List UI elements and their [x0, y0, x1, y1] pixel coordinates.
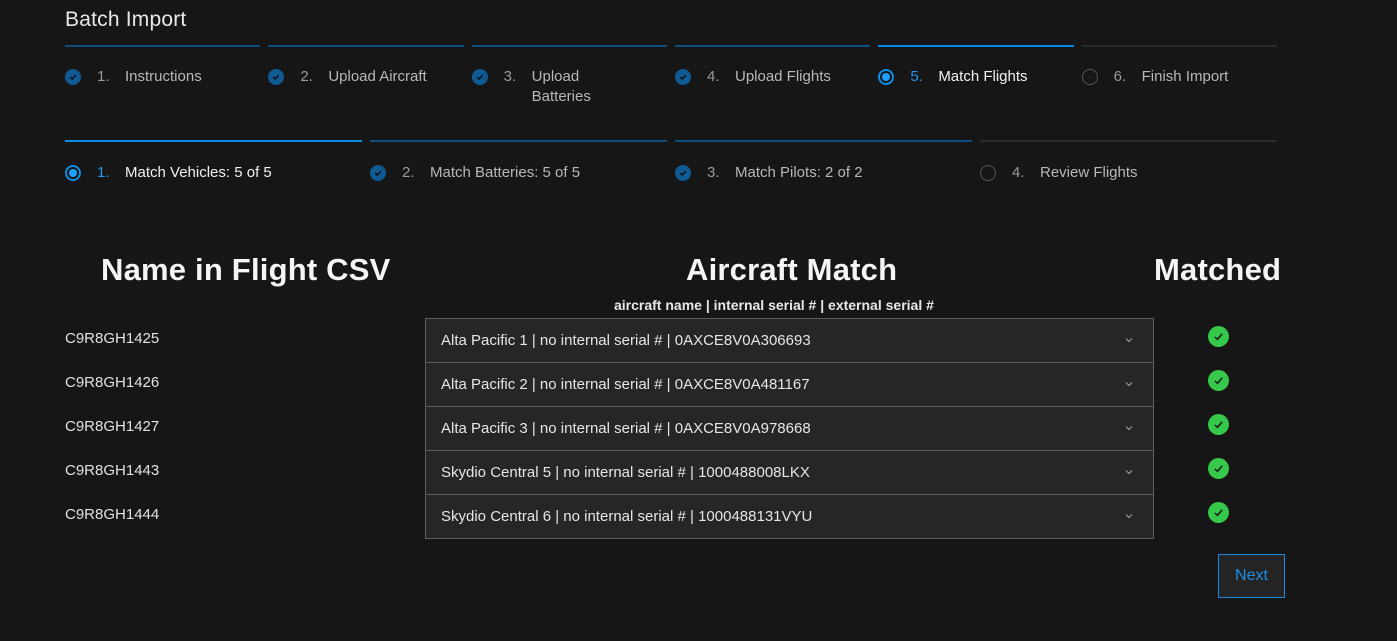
step-progress-bar: [878, 45, 1074, 47]
step-number: 4.: [706, 68, 720, 85]
selected-value: Skydio Central 5 | no internal serial # …: [441, 464, 810, 481]
step-label: Upload Flights: [734, 68, 831, 85]
sub-step-match-pilots[interactable]: 3. Match Pilots: 2 of 2: [675, 140, 972, 183]
selected-value: Skydio Central 6 | no internal serial # …: [441, 508, 813, 525]
sub-step-match-vehicles[interactable]: 1. Match Vehicles: 5 of 5: [65, 140, 362, 183]
step-label: Review Flights: [1040, 164, 1138, 181]
check-circle-icon: [65, 69, 81, 85]
step-progress-bar: [675, 140, 972, 142]
aircraft-match-select[interactable]: Alta Pacific 3 | no internal serial # | …: [425, 406, 1154, 451]
match-table: C9R8GH1425 Alta Pacific 1 | no internal …: [65, 318, 1285, 539]
radio-active-icon: [65, 165, 81, 181]
check-circle-icon: [674, 69, 691, 85]
next-button[interactable]: Next: [1218, 554, 1285, 598]
table-row: C9R8GH1427 Alta Pacific 3 | no internal …: [65, 406, 1285, 451]
check-circle-icon: [675, 165, 691, 181]
check-circle-icon: [471, 69, 488, 85]
step-progress-bar: [674, 45, 871, 47]
selected-value: Alta Pacific 1 | no internal serial # | …: [441, 332, 811, 349]
check-circle-icon: [268, 69, 285, 85]
csv-name: C9R8GH1444: [65, 506, 160, 523]
csv-name: C9R8GH1443: [65, 462, 160, 479]
aircraft-match-format-hint: aircraft name | internal serial # | exte…: [614, 297, 934, 313]
step-progress-bar: [65, 140, 362, 142]
main-step-upload-batteries[interactable]: 3. Upload Batteries: [471, 45, 667, 107]
sub-stepper: 1. Match Vehicles: 5 of 5 2. Match Batte…: [65, 140, 1277, 183]
step-number: 5.: [910, 68, 923, 85]
matched-check-icon: [1208, 370, 1229, 391]
step-number: 3.: [503, 68, 517, 85]
chevron-down-icon: [1125, 426, 1133, 431]
sub-step-match-batteries[interactable]: 2. Match Batteries: 5 of 5: [370, 140, 667, 183]
matched-check-icon: [1208, 414, 1229, 435]
radio-empty-icon: [1081, 69, 1098, 85]
step-label: Match Pilots: 2 of 2: [735, 164, 863, 181]
step-number: 1.: [97, 164, 110, 181]
chevron-down-icon: [1125, 514, 1133, 519]
step-progress-bar: [471, 45, 667, 47]
step-label: Instructions: [125, 68, 202, 85]
step-number: 4.: [1012, 164, 1025, 181]
step-number: 2.: [300, 68, 313, 85]
table-row: C9R8GH1444 Skydio Central 6 | no interna…: [65, 494, 1285, 539]
main-step-upload-aircraft[interactable]: 2. Upload Aircraft: [268, 45, 464, 107]
step-label: Match Vehicles: 5 of 5: [125, 164, 272, 181]
step-number: 1.: [97, 68, 110, 85]
step-number: 3.: [707, 164, 720, 181]
aircraft-match-select[interactable]: Skydio Central 6 | no internal serial # …: [425, 494, 1154, 539]
csv-name: C9R8GH1427: [65, 418, 160, 435]
matched-check-icon: [1208, 502, 1229, 523]
selected-value: Alta Pacific 3 | no internal serial # | …: [441, 420, 811, 437]
step-label: Match Flights: [938, 68, 1028, 85]
main-stepper: 1. Instructions 2. Upload Aircraft 3. Up…: [65, 45, 1277, 107]
check-circle-icon: [370, 165, 386, 181]
csv-name: C9R8GH1426: [65, 374, 160, 391]
column-header-aircraft-match: Aircraft Match: [686, 252, 898, 287]
radio-active-icon: [878, 69, 895, 85]
column-header-name: Name in Flight CSV: [101, 252, 391, 287]
chevron-down-icon: [1125, 338, 1133, 343]
step-progress-bar: [1081, 45, 1277, 47]
chevron-down-icon: [1125, 470, 1133, 475]
csv-name: C9R8GH1425: [65, 330, 160, 347]
page-title: Batch Import: [65, 8, 187, 31]
step-number: 2.: [402, 164, 415, 181]
aircraft-match-select[interactable]: Alta Pacific 2 | no internal serial # | …: [425, 362, 1154, 407]
table-row: C9R8GH1426 Alta Pacific 2 | no internal …: [65, 362, 1285, 407]
main-step-instructions[interactable]: 1. Instructions: [65, 45, 261, 107]
step-label: Upload Batteries: [531, 68, 591, 105]
step-label: Finish Import: [1141, 68, 1229, 85]
main-step-match-flights[interactable]: 5. Match Flights: [878, 45, 1074, 107]
step-progress-bar: [980, 140, 1277, 142]
matched-check-icon: [1208, 458, 1229, 479]
main-step-finish-import[interactable]: 6. Finish Import: [1081, 45, 1277, 107]
radio-empty-icon: [980, 165, 996, 181]
matched-check-icon: [1208, 326, 1229, 347]
step-progress-bar: [268, 45, 464, 47]
table-row: C9R8GH1425 Alta Pacific 1 | no internal …: [65, 318, 1285, 363]
column-header-matched: Matched: [1154, 252, 1282, 287]
chevron-down-icon: [1125, 382, 1133, 387]
sub-step-review-flights[interactable]: 4. Review Flights: [980, 140, 1277, 183]
step-number: 6.: [1113, 68, 1127, 85]
step-label: Upload Aircraft: [328, 68, 427, 85]
selected-value: Alta Pacific 2 | no internal serial # | …: [441, 376, 810, 393]
step-label: Match Batteries: 5 of 5: [430, 164, 581, 181]
step-progress-bar: [65, 45, 261, 47]
aircraft-match-select[interactable]: Alta Pacific 1 | no internal serial # | …: [425, 318, 1154, 363]
main-step-upload-flights[interactable]: 4. Upload Flights: [674, 45, 871, 107]
table-row: C9R8GH1443 Skydio Central 5 | no interna…: [65, 450, 1285, 495]
aircraft-match-select[interactable]: Skydio Central 5 | no internal serial # …: [425, 450, 1154, 495]
step-progress-bar: [370, 140, 667, 142]
